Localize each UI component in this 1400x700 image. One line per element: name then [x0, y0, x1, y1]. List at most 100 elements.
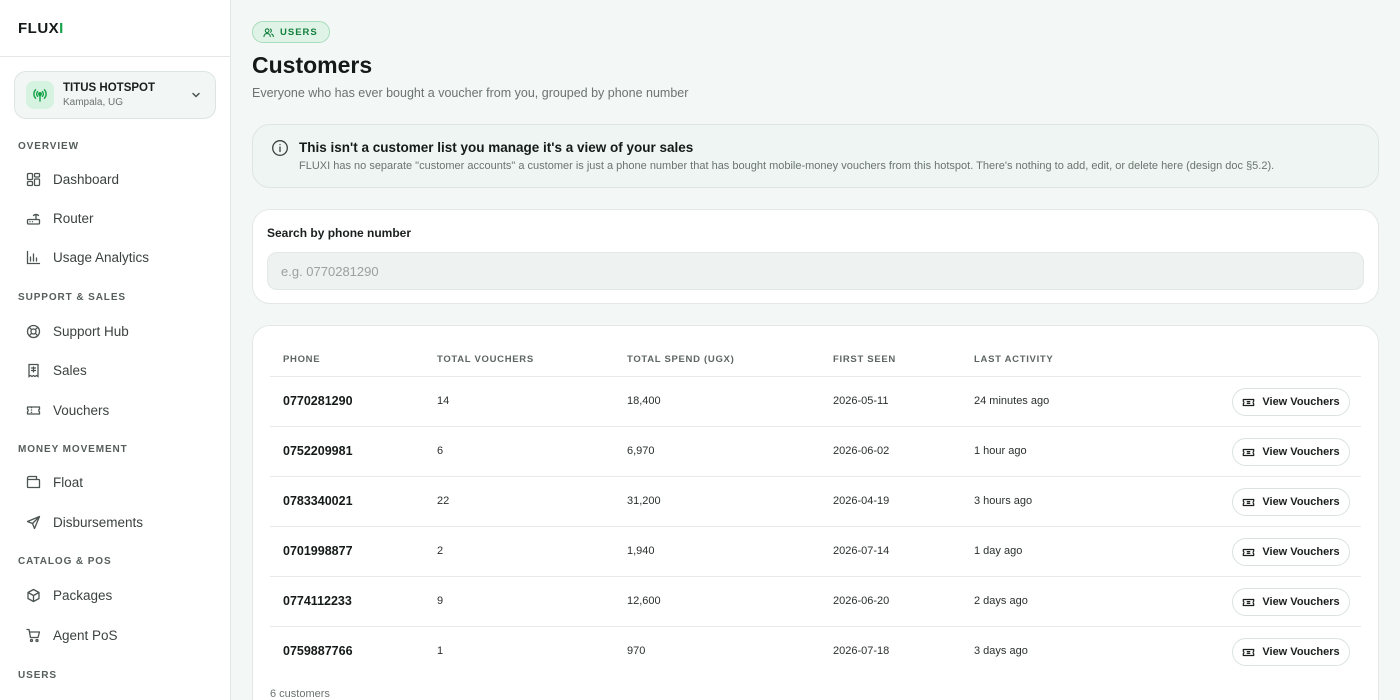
package-icon: [27, 588, 40, 602]
sidebar-item-label: Agent PoS: [53, 627, 118, 643]
table-row: 0752209981 6 6,970 2026-06-02 1 hour ago…: [270, 426, 1361, 476]
nav-section-users: USERS: [18, 670, 57, 681]
cell-last-activity: 3 days ago: [974, 645, 1028, 657]
cell-last-activity: 1 day ago: [974, 545, 1023, 557]
sidebar-item-usage-analytics[interactable]: Usage Analytics: [14, 240, 216, 274]
ticket-icon: [1243, 648, 1255, 656]
view-vouchers-label: View Vouchers: [1262, 546, 1340, 558]
table-row: 0759887766 1 970 2026-07-18 3 days ago V…: [270, 626, 1361, 676]
hotspot-switcher[interactable]: TITUS HOTSPOT Kampala, UG: [14, 71, 216, 119]
view-vouchers-button[interactable]: View Vouchers: [1232, 588, 1350, 616]
sidebar-item-float[interactable]: Float: [14, 465, 216, 499]
cell-total-spend: 31,200: [627, 495, 661, 507]
hotspot-location: Kampala, UG: [63, 97, 124, 108]
cell-total-vouchers: 14: [437, 395, 450, 407]
view-vouchers-label: View Vouchers: [1262, 496, 1340, 508]
lifebuoy-icon: [26, 324, 41, 338]
view-vouchers-label: View Vouchers: [1262, 446, 1340, 458]
cell-phone: 0774112233: [283, 594, 352, 608]
cell-total-spend: 12,600: [627, 595, 661, 607]
ticket-icon: [1243, 498, 1255, 506]
cell-first-seen: 2026-07-18: [833, 645, 890, 657]
sidebar-item-packages[interactable]: Packages: [14, 578, 216, 612]
ticket-icon: [26, 405, 41, 415]
info-banner: This isn't a customer list you manage it…: [252, 124, 1379, 188]
cell-phone: 0759887766: [283, 644, 353, 658]
nav-section-overview: OVERVIEW: [18, 141, 79, 152]
section-badge-label: USERS: [280, 26, 318, 38]
column-header-total-spend: TOTAL SPEND (UGX): [627, 354, 735, 365]
cart-icon: [26, 628, 41, 642]
table-row: 0774112233 9 12,600 2026-06-20 2 days ag…: [270, 576, 1361, 626]
brand-accent-letter: I: [59, 19, 64, 37]
customers-table: PHONE TOTAL VOUCHERS TOTAL SPEND (UGX) F…: [252, 325, 1379, 700]
sidebar-item-label: Sales: [53, 362, 87, 378]
logo-bar: FLUXI: [0, 0, 230, 57]
column-header-last-activity: LAST ACTIVITY: [974, 354, 1054, 365]
hotspot-name: TITUS HOTSPOT: [63, 82, 155, 94]
info-banner-text: FLUXI has no separate "customer accounts…: [299, 160, 1275, 172]
wallet-icon: [26, 475, 41, 488]
table-row: 0783340021 22 31,200 2026-04-19 3 hours …: [270, 476, 1361, 526]
cell-total-vouchers: 2: [437, 545, 444, 557]
sidebar: FLUXI TITUS HOTSPOT Kampala, UG OVERVIEW…: [0, 0, 231, 700]
cell-total-spend: 18,400: [627, 395, 661, 407]
antenna-icon: [26, 81, 54, 109]
view-vouchers-button[interactable]: View Vouchers: [1232, 388, 1350, 416]
cell-first-seen: 2026-06-20: [833, 595, 890, 607]
view-vouchers-button[interactable]: View Vouchers: [1232, 638, 1350, 666]
view-vouchers-label: View Vouchers: [1262, 646, 1340, 658]
view-vouchers-button[interactable]: View Vouchers: [1232, 438, 1350, 466]
sidebar-item-agent-pos[interactable]: Agent PoS: [14, 618, 216, 652]
cell-first-seen: 2026-07-14: [833, 545, 890, 557]
nav-section-catalog-pos: CATALOG & POS: [18, 556, 112, 567]
view-vouchers-button[interactable]: View Vouchers: [1232, 488, 1350, 516]
page-title: Customers: [252, 52, 373, 78]
nav-section-support-sales: SUPPORT & SALES: [18, 292, 126, 303]
cell-total-vouchers: 9: [437, 595, 444, 607]
cell-first-seen: 2026-06-02: [833, 445, 890, 457]
column-header-phone: PHONE: [283, 354, 321, 365]
sidebar-item-vouchers[interactable]: Vouchers: [14, 393, 216, 427]
sidebar-item-label: Packages: [53, 587, 113, 603]
sidebar-item-sales[interactable]: Sales: [14, 353, 216, 387]
search-input[interactable]: [267, 252, 1364, 290]
customer-count: 6 customers: [270, 688, 330, 700]
view-vouchers-button[interactable]: View Vouchers: [1232, 538, 1350, 566]
analytics-icon: [26, 250, 41, 264]
ticket-icon: [1243, 548, 1255, 556]
sidebar-item-router[interactable]: Router: [14, 201, 216, 235]
table-row: 0701998877 2 1,940 2026-07-14 1 day ago …: [270, 526, 1361, 576]
send-icon: [26, 515, 41, 529]
table-row: 0770281290 14 18,400 2026-05-11 24 minut…: [270, 376, 1361, 426]
sidebar-item-dashboard[interactable]: Dashboard: [14, 162, 216, 196]
cell-last-activity: 3 hours ago: [974, 495, 1033, 507]
brand-logo[interactable]: FLUXI: [18, 20, 64, 37]
search-label: Search by phone number: [267, 226, 412, 240]
sidebar-item-disbursements[interactable]: Disbursements: [14, 505, 216, 539]
column-header-first-seen: FIRST SEEN: [833, 354, 896, 365]
nav-section-money-movement: MONEY MOVEMENT: [18, 444, 128, 455]
column-header-total-vouchers: TOTAL VOUCHERS: [437, 354, 534, 365]
sidebar-item-support-hub[interactable]: Support Hub: [14, 314, 216, 348]
cell-phone: 0701998877: [283, 544, 353, 558]
sidebar-item-label: Router: [53, 210, 94, 226]
receipt-icon: [28, 363, 39, 378]
cell-last-activity: 24 minutes ago: [974, 395, 1050, 407]
cell-total-vouchers: 1: [437, 645, 444, 657]
ticket-icon: [1243, 598, 1255, 606]
router-icon: [26, 213, 41, 225]
sidebar-item-label: Usage Analytics: [53, 249, 150, 265]
cell-last-activity: 2 days ago: [974, 595, 1028, 607]
page-subtitle: Everyone who has ever bought a voucher f…: [252, 86, 689, 100]
section-badge: USERS: [252, 21, 330, 43]
cell-first-seen: 2026-05-11: [833, 395, 889, 407]
view-vouchers-label: View Vouchers: [1262, 596, 1340, 608]
cell-first-seen: 2026-04-19: [833, 495, 890, 507]
dashboard-icon: [26, 172, 41, 186]
cell-phone: 0770281290: [283, 394, 353, 408]
chevron-down-icon: [192, 92, 200, 98]
ticket-icon: [1243, 398, 1255, 406]
view-vouchers-label: View Vouchers: [1262, 396, 1340, 408]
sidebar-item-label: Dashboard: [53, 171, 120, 187]
